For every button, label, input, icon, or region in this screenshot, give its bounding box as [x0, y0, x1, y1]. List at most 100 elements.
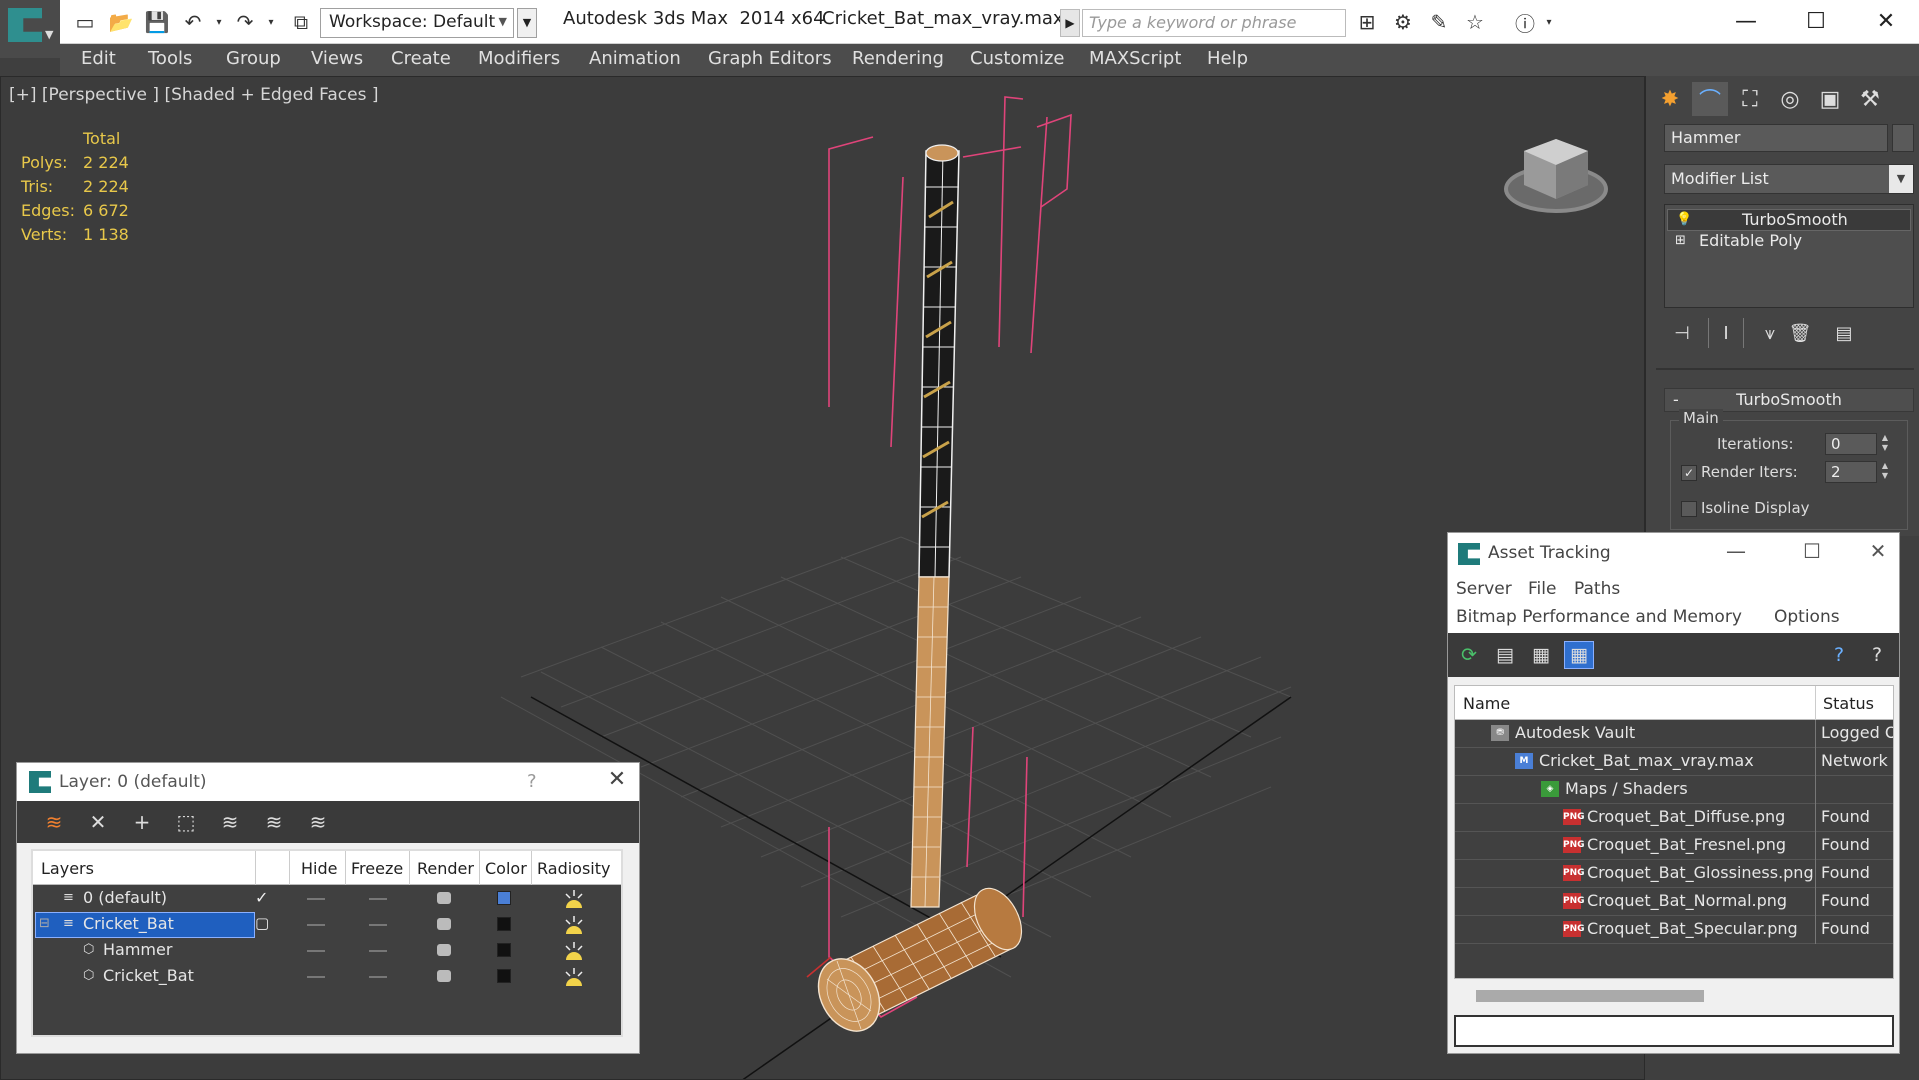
menu-paths[interactable]: Paths — [1574, 579, 1620, 599]
select-objects-icon[interactable]: ⬚ — [171, 808, 201, 836]
freeze-toggle[interactable] — [369, 976, 387, 978]
menu-views[interactable]: Views — [311, 48, 363, 69]
render-iters-checkbox[interactable]: ✓ — [1681, 465, 1697, 481]
hide-unhide-all-icon[interactable]: ≋ — [259, 808, 289, 836]
column-header-freeze[interactable]: Freeze — [351, 859, 403, 878]
asset-row[interactable]: PNG Croquet_Bat_Fresnel.png Found — [1455, 832, 1893, 860]
object-name-field[interactable]: Hammer — [1664, 124, 1888, 152]
create-tab-icon[interactable]: ✸ — [1652, 82, 1688, 116]
render-toggle-icon[interactable] — [437, 892, 451, 904]
menu-modifiers[interactable]: Modifiers — [478, 48, 560, 69]
column-header-radiosity[interactable]: Radiosity — [537, 859, 610, 878]
asset-row[interactable]: M Cricket_Bat_max_vray.max Network — [1455, 748, 1893, 776]
render-toggle-icon[interactable] — [437, 918, 451, 930]
add-to-layer-icon[interactable]: + — [127, 808, 157, 836]
close-dialog-button[interactable]: ✕ — [601, 767, 633, 797]
modifier-list-dropdown[interactable]: Modifier List ▼ — [1664, 164, 1914, 194]
help-context-icon[interactable]: ? — [1862, 641, 1892, 669]
show-end-result-icon[interactable]: I — [1708, 318, 1744, 348]
asset-row[interactable]: ◈ Maps / Shaders — [1455, 776, 1893, 804]
asset-path-input[interactable] — [1454, 1015, 1894, 1047]
app-menu-button[interactable]: ▼ — [0, 0, 60, 58]
list-view-icon[interactable]: ▤ — [1490, 641, 1520, 669]
asset-row[interactable]: PNG Croquet_Bat_Glossiness.png Found — [1455, 860, 1893, 888]
remove-modifier-icon[interactable]: 🗑 — [1782, 318, 1818, 348]
render-toggle-icon[interactable] — [437, 970, 451, 982]
hide-toggle[interactable] — [307, 898, 325, 900]
freeze-toggle[interactable] — [369, 924, 387, 926]
iterations-input[interactable]: 0 — [1825, 433, 1877, 455]
current-layer-check-icon[interactable]: ✓ — [255, 888, 268, 907]
configure-modifier-sets-icon[interactable]: ▤ — [1826, 318, 1862, 348]
horizontal-scrollbar[interactable] — [1454, 985, 1894, 1007]
hide-toggle[interactable] — [307, 950, 325, 952]
asset-row[interactable]: PNG Croquet_Bat_Specular.png Found — [1455, 916, 1893, 944]
close-dialog-button[interactable]: ✕ — [1858, 539, 1898, 569]
freeze-unfreeze-all-icon[interactable]: ≋ — [303, 808, 333, 836]
project-folder-icon[interactable]: ⧉ — [288, 9, 314, 35]
help-icon[interactable]: ? — [1824, 641, 1854, 669]
column-header-name[interactable]: Name — [1463, 694, 1510, 713]
help-dropdown-icon[interactable]: ▾ — [1536, 9, 1562, 35]
highlight-selected-icon[interactable]: ≋ — [215, 808, 245, 836]
layer-name[interactable]: Hammer — [103, 940, 172, 959]
asset-row[interactable]: PNG Croquet_Bat_Diffuse.png Found — [1455, 804, 1893, 832]
thumbnail-view-icon[interactable]: ▦ — [1526, 641, 1556, 669]
render-iters-spinner-icon[interactable]: ▲ ▼ — [1879, 461, 1891, 483]
asset-row[interactable]: ⛃ Autodesk Vault Logged Out — [1455, 720, 1893, 748]
menu-create[interactable]: Create — [391, 48, 451, 69]
column-header-status[interactable]: Status — [1823, 694, 1874, 713]
render-toggle-icon[interactable] — [437, 944, 451, 956]
layer-row[interactable]: ⬡ Hammer — [33, 938, 621, 964]
radiosity-sun-icon[interactable] — [563, 966, 585, 988]
set-current-layer-icon[interactable]: ▢ — [255, 914, 269, 932]
stack-item-turbosmooth[interactable]: 💡 TurboSmooth — [1667, 209, 1911, 231]
refresh-icon[interactable]: ⟳ — [1454, 641, 1484, 669]
new-file-icon[interactable]: ▭ — [72, 9, 98, 35]
minimize-button[interactable]: — — [1716, 2, 1776, 40]
expand-plus-icon[interactable]: ⊞ — [1675, 233, 1686, 248]
asset-row[interactable]: PNG Croquet_Bat_Normal.png Found — [1455, 888, 1893, 916]
freeze-toggle[interactable] — [369, 950, 387, 952]
freeze-toggle[interactable] — [369, 898, 387, 900]
save-file-icon[interactable]: 💾 — [144, 9, 170, 35]
viewport-label[interactable]: [+] [Perspective ] [Shaded + Edged Faces… — [9, 85, 378, 105]
tools-icon[interactable]: ⚙ — [1390, 9, 1416, 35]
layer-name[interactable]: Cricket_Bat — [103, 966, 194, 985]
layer-color-swatch[interactable] — [497, 943, 511, 957]
radiosity-sun-icon[interactable] — [563, 914, 585, 936]
layer-color-swatch[interactable] — [497, 891, 511, 905]
display-tab-icon[interactable]: ▣ — [1812, 82, 1848, 116]
open-file-icon[interactable]: 📂 — [108, 9, 134, 35]
favorites-star-icon[interactable]: ☆ — [1462, 9, 1488, 35]
redo-icon[interactable]: ↷ — [232, 9, 258, 35]
scrollbar-thumb[interactable] — [1476, 990, 1704, 1002]
dialog-titlebar[interactable]: Asset Tracking — ☐ ✕ — [1448, 533, 1899, 573]
search-input[interactable]: Type a keyword or phrase — [1082, 9, 1346, 37]
menu-group[interactable]: Group — [226, 48, 281, 69]
undo-dropdown-icon[interactable]: ▾ — [206, 9, 232, 35]
layer-color-swatch[interactable] — [497, 917, 511, 931]
pin-stack-icon[interactable]: ⊣ — [1664, 318, 1700, 348]
column-header-layers[interactable]: Layers — [41, 859, 94, 878]
column-header-render[interactable]: Render — [417, 859, 474, 878]
redo-dropdown-icon[interactable]: ▾ — [258, 9, 284, 35]
menu-maxscript[interactable]: MAXScript — [1089, 48, 1181, 69]
workspace-dropdown[interactable]: Workspace: Default ▼ — [320, 8, 514, 38]
motion-tab-icon[interactable]: ◎ — [1772, 82, 1808, 116]
search-expand-arrow-icon[interactable]: ▶ — [1060, 9, 1080, 37]
menu-edit[interactable]: Edit — [81, 48, 116, 69]
menu-animation[interactable]: Animation — [589, 48, 681, 69]
delete-layer-icon[interactable]: ✕ — [83, 808, 113, 836]
communication-center-icon[interactable]: ✎ — [1426, 9, 1452, 35]
menu-file[interactable]: File — [1528, 579, 1556, 599]
undo-icon[interactable]: ↶ — [180, 9, 206, 35]
collapse-minus-icon[interactable]: ⊟ — [39, 916, 50, 931]
lightbulb-icon[interactable]: 💡 — [1676, 212, 1692, 227]
table-view-icon[interactable]: ▦ — [1564, 641, 1594, 669]
column-header-color[interactable]: Color — [485, 859, 527, 878]
object-color-swatch[interactable] — [1892, 124, 1914, 152]
stack-item-editable-poly[interactable]: ⊞ Editable Poly — [1667, 231, 1911, 253]
radiosity-sun-icon[interactable] — [563, 888, 585, 910]
hide-toggle[interactable] — [307, 924, 325, 926]
